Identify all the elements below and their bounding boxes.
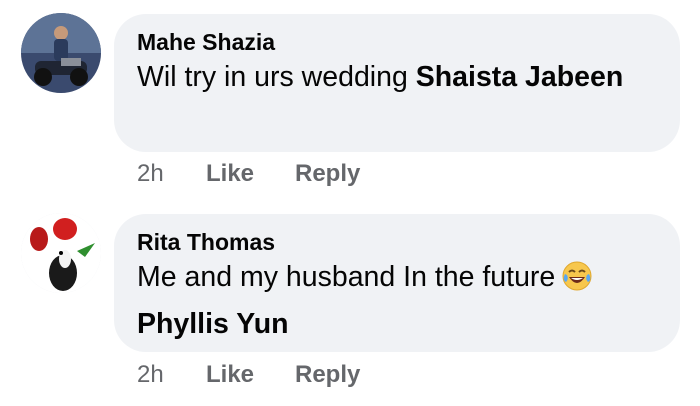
reply-button[interactable]: Reply: [295, 160, 360, 188]
profile-photo-icon: [21, 213, 101, 293]
mention-link[interactable]: Phyllis Yun: [137, 308, 289, 340]
avatar[interactable]: [21, 13, 101, 93]
comment-bubble: Rita Thomas Me and my husband In the fut…: [114, 214, 680, 352]
comment-author[interactable]: Mahe Shazia: [137, 28, 656, 56]
like-button[interactable]: Like: [206, 361, 254, 389]
mention-link[interactable]: Shaista Jabeen: [416, 61, 624, 93]
comment-author[interactable]: Rita Thomas: [137, 228, 656, 256]
laughing-tears-emoji-icon: [561, 260, 593, 304]
profile-photo-icon: [21, 13, 101, 93]
comment-text: Wil try in urs wedding Shaista Jabeen: [137, 57, 656, 98]
comment-text-body: Wil try in urs wedding: [137, 61, 416, 93]
comment-text-body: Me and my husband In the future: [137, 261, 556, 293]
comment-text: Me and my husband In the future Phyllis …: [137, 257, 656, 345]
comment-timestamp[interactable]: 2h: [137, 160, 164, 188]
like-button[interactable]: Like: [206, 160, 254, 188]
reply-button[interactable]: Reply: [295, 361, 360, 389]
avatar[interactable]: [21, 213, 101, 293]
comment-bubble: Mahe Shazia Wil try in urs wedding Shais…: [114, 14, 680, 152]
comment-timestamp[interactable]: 2h: [137, 361, 164, 389]
